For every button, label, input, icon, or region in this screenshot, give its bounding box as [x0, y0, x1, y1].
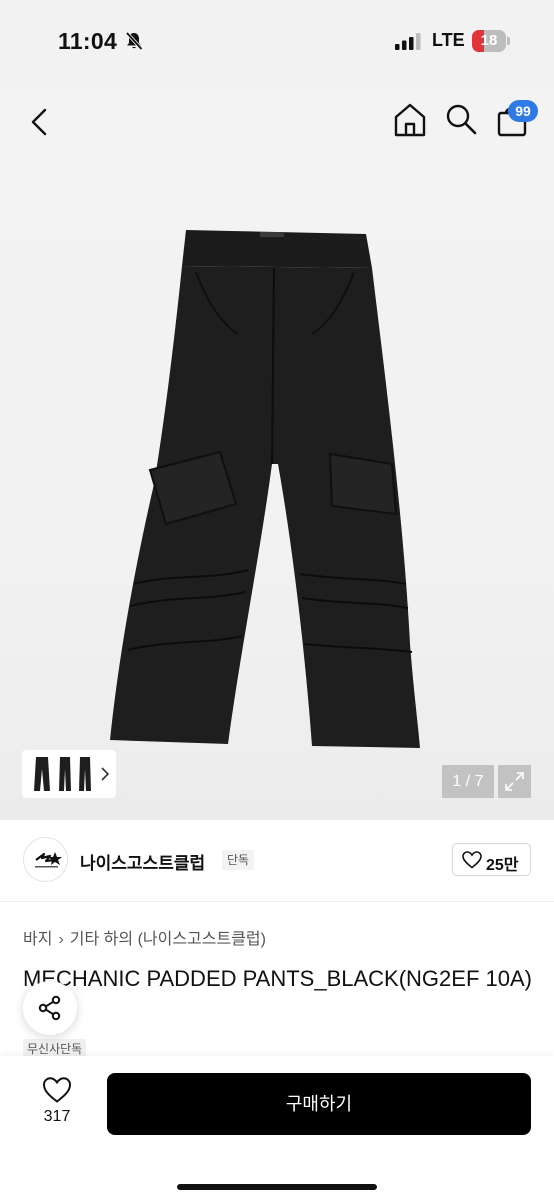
breadcrumb-brand[interactable]: (나이스고스트클럽): [138, 931, 266, 948]
battery-level: 18: [480, 32, 498, 49]
wishlist-count: 317: [43, 1108, 71, 1125]
battery-indicator: 18: [472, 30, 510, 52]
breadcrumb-category[interactable]: 바지: [23, 931, 52, 948]
bell-off-icon: [125, 31, 143, 51]
exclusive-tag: 단독: [222, 850, 255, 870]
status-time: 11:04: [58, 28, 118, 54]
product-title: MECHANIC PADDED PANTS_BLACK(NG2EF 10A): [23, 966, 532, 991]
share-icon: [38, 995, 61, 1021]
brand-logo[interactable]: [23, 837, 68, 882]
share-button[interactable]: [23, 981, 77, 1035]
home-indicator: [177, 1184, 377, 1190]
thumbnail-strip[interactable]: [22, 750, 116, 798]
status-bar: 11:04 LTE 18: [0, 0, 554, 84]
product-gallery[interactable]: 1 / 7: [0, 84, 554, 820]
breadcrumb-subcategory[interactable]: 기타 하의: [70, 931, 133, 948]
brand-logo-icon: [35, 852, 62, 868]
home-icon[interactable]: [393, 102, 427, 138]
chevron-right-icon[interactable]: [100, 766, 110, 782]
buy-button[interactable]: 구매하기: [107, 1073, 531, 1135]
brand-name[interactable]: 나이스고스트클럽: [80, 849, 205, 874]
brand-like-button[interactable]: 25만: [452, 843, 531, 876]
breadcrumb: 바지 › 기타 하의 (나이스고스트클럽): [23, 925, 266, 949]
thumbnail-image[interactable]: [28, 755, 94, 793]
heart-icon: [462, 851, 482, 869]
cellular-signal-icon: [395, 33, 421, 50]
network-type: LTE: [432, 30, 465, 50]
back-arrow-icon[interactable]: [22, 104, 58, 140]
wishlist-button[interactable]: 317: [30, 1074, 84, 1134]
cart-count-badge: 99: [508, 100, 538, 122]
brand-like-count: 25만: [486, 857, 519, 874]
product-image: [110, 230, 420, 748]
expand-icon: [505, 772, 524, 791]
bottom-action-bar: 317 구매하기: [0, 1056, 554, 1200]
heart-icon: [42, 1077, 72, 1103]
chevron-right-icon: ›: [58, 931, 64, 948]
expand-button[interactable]: [498, 765, 531, 798]
search-icon[interactable]: [444, 102, 478, 136]
image-page-indicator: 1 / 7: [442, 765, 494, 798]
brand-row[interactable]: 나이스고스트클럽 단독 25만: [0, 820, 554, 902]
